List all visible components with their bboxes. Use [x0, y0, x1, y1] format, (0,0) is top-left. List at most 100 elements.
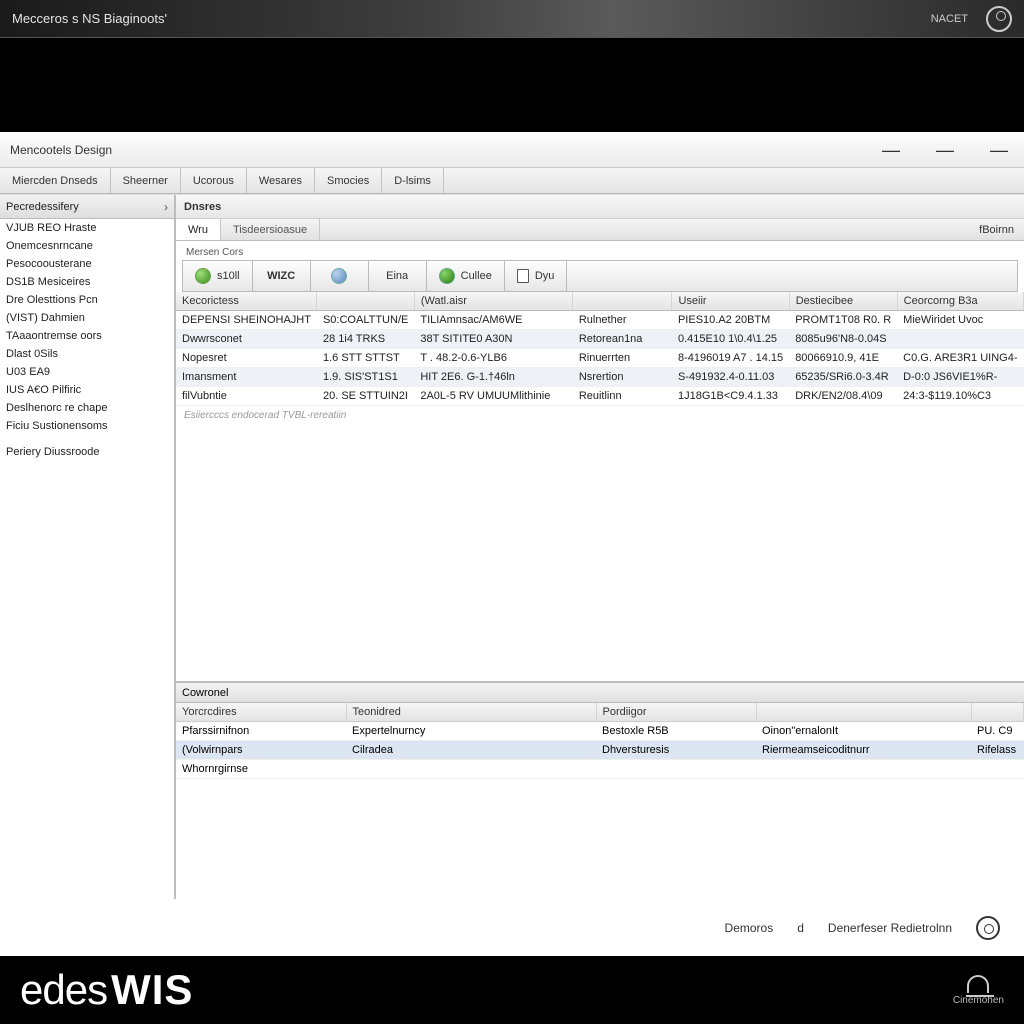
table-row[interactable]: PfarssirnifnonExpertelnurncyBestoxle R5B… [176, 722, 1024, 741]
cell: 1.6 STT STTST [317, 349, 414, 368]
profile-icon[interactable] [986, 6, 1012, 32]
cell: 8085u96'N8-0.04S [789, 330, 897, 349]
cell [596, 760, 756, 779]
cell: Rifelass [971, 741, 1024, 760]
table-row[interactable]: Whornrgirnse [176, 760, 1024, 779]
sub-tab[interactable]: Wru [176, 219, 221, 240]
toolbar: s10ll WIZC Eina Cullee Dyu [182, 260, 1018, 292]
toolbar-wrap: Mersen Cors s10ll WIZC Eina Cullee Dyu [176, 241, 1024, 292]
sub-tabs: Wru Tisdeersioasue fBoirnn [176, 219, 1024, 241]
cell: D-0:0 JS6VIE1%R- [897, 368, 1023, 387]
table-row[interactable]: filVubntie20. SE STTUIN2I2A0L-5 RV UMUUM… [176, 387, 1024, 406]
toolbar-button[interactable] [311, 261, 369, 291]
logo-part-a: edes [20, 966, 107, 1014]
table-row[interactable]: Dwwrsconet28 1i4 TRKS38T SITITE0 A30NRet… [176, 330, 1024, 349]
cell: 38T SITITE0 A30N [414, 330, 572, 349]
sidebar-item[interactable]: U03 EA9 [0, 363, 174, 381]
menu-item[interactable]: D-lsims [382, 168, 444, 193]
sidebar-item[interactable]: Dre Olesttions Pcn [0, 291, 174, 309]
logo-part-b: WIS [111, 966, 193, 1014]
toolbar-button[interactable]: s10ll [183, 261, 253, 291]
table-row[interactable]: DEPENSI SHEINOHAJHTS0:COALTTUN/ETILIAmns… [176, 311, 1024, 330]
col-header[interactable]: Yorcrcdires [176, 703, 346, 722]
cell: 0.415E10 1\0.4\1.25 [672, 330, 789, 349]
sidebar-item[interactable]: TAaaontremse oors [0, 327, 174, 345]
cell: PU. C9 [971, 722, 1024, 741]
cell [897, 330, 1023, 349]
menu-item[interactable]: Miercden Dnseds [0, 168, 111, 193]
cell: Bestoxle R5B [596, 722, 756, 741]
sidebar-item[interactable]: Periery Diussroode [0, 443, 174, 461]
bell-wrap[interactable]: Cinemohen [953, 975, 1004, 1006]
cell: Whornrgirnse [176, 760, 346, 779]
cell: Dwwrsconet [176, 330, 317, 349]
menu-item[interactable]: Smocies [315, 168, 382, 193]
table-row[interactable]: Imansment1.9. SIS'ST1S1HIT 2E6. G-1.†46l… [176, 368, 1024, 387]
table-row[interactable]: (VolwirnparsCilradeaDhversturesisRiermea… [176, 741, 1024, 760]
toolbar-button-wizc[interactable]: WIZC [253, 261, 311, 291]
sidebar-item[interactable]: (VIST) Dahmien [0, 309, 174, 327]
minimize-button[interactable]: — [882, 141, 900, 159]
table-row[interactable]: Nopesret1.6 STT STTSTT . 48.2-0.6-YLB6Ri… [176, 349, 1024, 368]
cell: PROMT1T08 R0. R [789, 311, 897, 330]
col-header[interactable]: Ceorcorng B3a [897, 292, 1023, 311]
sidebar-item[interactable]: DS1B Mesiceires [0, 273, 174, 291]
lower-panel-title: Cowronel [176, 683, 1024, 703]
col-header[interactable]: Kecorictess [176, 292, 317, 311]
col-header[interactable] [317, 292, 414, 311]
maximize-button[interactable]: — [936, 141, 954, 159]
sidebar-header-label: Pecredessifery [6, 201, 79, 213]
cell: S0:COALTTUN/E [317, 311, 414, 330]
cell: S-491932.4-0.11.03 [672, 368, 789, 387]
blue-icon [331, 268, 347, 284]
col-header[interactable]: Teonidred [346, 703, 596, 722]
cell: Rinuerrten [573, 349, 672, 368]
sidebar-item[interactable]: Deslhenorc re chape [0, 399, 174, 417]
sidebar-item[interactable]: IUS A€O Pilfiric [0, 381, 174, 399]
cell: MieWiridet Uvoc [897, 311, 1023, 330]
sidebar-item[interactable]: Dlast 0Sils [0, 345, 174, 363]
cell: 2A0L-5 RV UMUUMlithinie [414, 387, 572, 406]
toolbar-button[interactable]: Eina [369, 261, 427, 291]
cell: 1J18G1B<C9.4.1.33 [672, 387, 789, 406]
cell: 65235/SRi6.0-3.4R [789, 368, 897, 387]
menu-item[interactable]: Ucorous [181, 168, 247, 193]
sidebar-item[interactable]: Pesocoousterane [0, 255, 174, 273]
close-button[interactable]: — [990, 141, 1008, 159]
cell [756, 760, 971, 779]
sub-tabs-rightlink[interactable]: fBoirnn [969, 219, 1024, 240]
toolbar-button[interactable]: Dyu [505, 261, 568, 291]
target-icon[interactable] [976, 916, 1000, 940]
col-header[interactable]: Destiecibee [789, 292, 897, 311]
col-header[interactable] [573, 292, 672, 311]
lower-grid: Yorcrcdires Teonidred Pordiigor Pfarssir… [176, 703, 1024, 779]
cell: 80066910.9, 41E [789, 349, 897, 368]
col-header[interactable]: Pordiigor [596, 703, 756, 722]
main-window: Mencootels Design — — — Miercden Dnseds … [0, 132, 1024, 900]
menubar: Miercden Dnseds Sheerner Ucorous Wesares… [0, 168, 1024, 194]
sidebar-item[interactable]: VJUB REO Hraste [0, 219, 174, 237]
cell: Pfarssirnifnon [176, 722, 346, 741]
cell: Imansment [176, 368, 317, 387]
lower-panel: Cowronel Yorcrcdires Teonidred Pordiigor… [176, 681, 1024, 899]
sub-tab[interactable]: Tisdeersioasue [221, 219, 320, 240]
col-header[interactable] [971, 703, 1024, 722]
menu-item[interactable]: Wesares [247, 168, 315, 193]
footer-item[interactable]: Denerfeser Redietrolnn [828, 921, 952, 935]
cell: filVubntie [176, 387, 317, 406]
sidebar-header[interactable]: Pecredessifery › [0, 195, 174, 219]
sidebar: Pecredessifery › VJUB REO Hraste Onemces… [0, 195, 176, 899]
sidebar-item[interactable]: Onemcesnrncane [0, 237, 174, 255]
col-header[interactable]: Useiir [672, 292, 789, 311]
toolbar-button[interactable]: Cullee [427, 261, 505, 291]
cell: Retorean1na [573, 330, 672, 349]
cell: 1.9. SIS'ST1S1 [317, 368, 414, 387]
footer-item[interactable]: Demoros [725, 921, 774, 935]
sidebar-item[interactable]: Ficiu Sustionensoms [0, 417, 174, 435]
cell: Nopesret [176, 349, 317, 368]
col-header[interactable]: (Watl.aisr [414, 292, 572, 311]
col-header[interactable] [756, 703, 971, 722]
menu-item[interactable]: Sheerner [111, 168, 181, 193]
app-titlebar: Mecceros s NS Biaginoots' NACET [0, 0, 1024, 38]
footer-gray: Demoros d Denerfeser Redietrolnn [0, 900, 1024, 956]
